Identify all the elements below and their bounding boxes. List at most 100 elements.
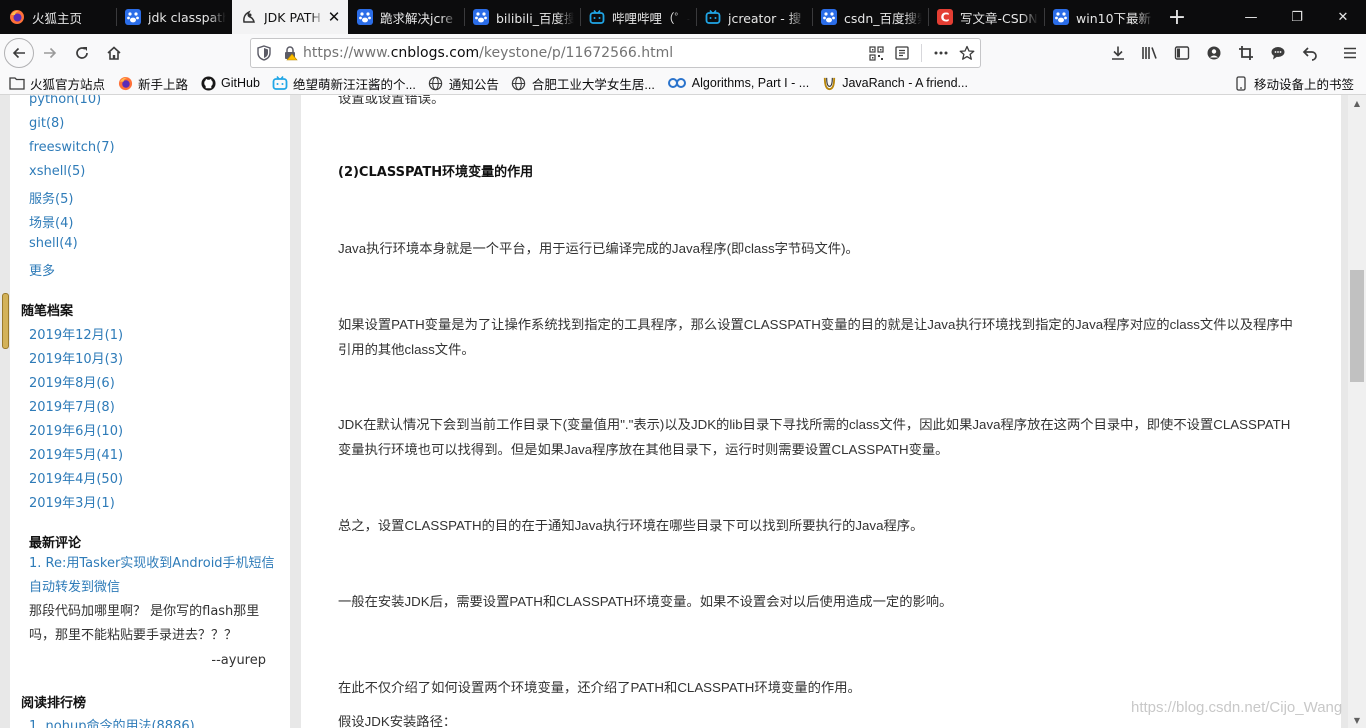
minimize-button[interactable]: —	[1228, 0, 1274, 34]
bookmark-item[interactable]: Algorithms, Part I - ...	[667, 75, 809, 91]
close-window-button[interactable]: ✕	[1320, 0, 1366, 34]
sidebar-scroll-handle[interactable]	[2, 293, 9, 349]
forward-button[interactable]	[34, 37, 66, 69]
tab-jdk-path[interactable]: JDK PATH ✕	[232, 0, 348, 34]
archive-link[interactable]: 2019年6月(10)	[29, 420, 123, 439]
tab-label: win10下最新	[1076, 10, 1152, 26]
ranking-link[interactable]: 1. nohup命令的用法(8886)	[29, 715, 195, 728]
screenshot-crop-icon[interactable]	[1230, 37, 1262, 69]
scrollbar-thumb[interactable]	[1350, 270, 1364, 382]
reload-button[interactable]	[66, 37, 98, 69]
archive-heading: 随笔档案	[21, 304, 74, 319]
tab-csdn-baidu[interactable]: csdn_百度搜索	[812, 0, 928, 34]
web-page: python(10) git(8) freeswitch(7) xshell(5…	[0, 95, 1366, 728]
url-text[interactable]: https://www.cnblogs.com/keystone/p/11672…	[303, 45, 863, 61]
home-button[interactable]	[98, 37, 130, 69]
archive-link[interactable]: 2019年3月(1)	[29, 492, 115, 511]
scroll-up-arrow-icon[interactable]: ▲	[1348, 95, 1366, 111]
close-tab-icon[interactable]: ✕	[326, 8, 342, 26]
tab-jdk-classpath[interactable]: jdk classpath	[116, 0, 232, 34]
tag-link-xshell[interactable]: xshell(5)	[29, 164, 85, 179]
archive-link[interactable]: 2019年5月(41)	[29, 444, 123, 463]
tab-jcreator-search[interactable]: jcreator - 搜	[696, 0, 812, 34]
tab-label: bilibili_百度搜	[496, 10, 574, 26]
bookmark-label: 绝望萌新汪汪酱的个...	[292, 77, 416, 92]
bilibili-icon	[705, 9, 721, 25]
maximize-button[interactable]: ❐	[1274, 0, 1320, 34]
tag-name: python	[29, 95, 75, 107]
bookmark-item[interactable]: 新手上路	[117, 74, 188, 93]
tag-link-shell[interactable]: shell(4)	[29, 236, 78, 251]
tag-link-freeswitch[interactable]: freeswitch(7)	[29, 140, 115, 155]
tab-label: jdk classpath	[148, 9, 226, 25]
back-button[interactable]	[4, 38, 34, 68]
bookmark-item[interactable]: GitHub	[200, 75, 260, 91]
address-bar[interactable]: https://www.cnblogs.com/keystone/p/11672…	[250, 38, 981, 68]
cnblogs-icon	[241, 9, 257, 25]
bookmark-item[interactable]: 绝望萌新汪汪酱的个...	[272, 74, 416, 93]
firefox-icon	[117, 75, 133, 91]
page-scrollbar[interactable]: ▲ ▼	[1348, 95, 1366, 728]
comment-link[interactable]: 1. Re:用Tasker实现收到Android手机短信自动转发到微信	[29, 552, 279, 600]
comment-author: --ayurep	[211, 653, 266, 668]
tracking-shield-icon[interactable]	[251, 39, 277, 67]
home-icon	[107, 46, 121, 60]
tab-bilibili[interactable]: 哔哩哔哩（゜-	[580, 0, 696, 34]
archive-link[interactable]: 2019年8月(6)	[29, 372, 115, 391]
bookmark-item[interactable]: 火狐官方站点	[9, 74, 105, 93]
archive-link[interactable]: 2019年7月(8)	[29, 396, 115, 415]
tab-firefox-home[interactable]: 火狐主页	[0, 0, 116, 34]
hamburger-menu-icon[interactable]	[1334, 37, 1366, 69]
archive-link[interactable]: 2019年12月(1)	[29, 324, 123, 343]
csdn-watermark: https://blog.csdn.net/Cijo_Wang	[1131, 699, 1343, 716]
page-actions-icon[interactable]	[928, 39, 954, 67]
undo-arrow-icon[interactable]	[1294, 37, 1326, 69]
tab-bilibili-baidu[interactable]: bilibili_百度搜	[464, 0, 580, 34]
tag-name: shell	[29, 236, 60, 251]
tag-link-python[interactable]: python(10)	[29, 95, 101, 107]
tag-count: (5)	[66, 164, 86, 179]
reader-view-icon[interactable]	[889, 39, 915, 67]
coursera-icon	[667, 75, 687, 91]
tab-label: 写文章-CSDN	[960, 10, 1038, 26]
bookmark-label: 通知公告	[448, 77, 499, 92]
new-tab-button[interactable]: +	[1160, 0, 1194, 34]
tag-name: xshell	[29, 164, 67, 179]
bookmark-item[interactable]: 通知公告	[428, 74, 499, 93]
svg-text:C: C	[941, 11, 950, 25]
tab-strip: 火狐主页 jdk classpath JDK PATH ✕ 跪求解决jcre b…	[0, 0, 1366, 34]
globe-icon	[428, 75, 444, 91]
bookmark-item[interactable]: 合肥工业大学女生居...	[511, 74, 655, 93]
bookmark-label: JavaRanch - A friend...	[842, 76, 968, 90]
url-path: /keystone/p/11672566.html	[479, 45, 674, 61]
tab-jcreator-question[interactable]: 跪求解决jcre	[348, 0, 464, 34]
baidu-paw-icon	[1053, 9, 1069, 25]
tag-link-service[interactable]: 服务(5)	[29, 188, 73, 207]
tab-csdn-write[interactable]: C 写文章-CSDN	[928, 0, 1044, 34]
tab-label: 哔哩哔哩（゜-	[612, 10, 690, 26]
reload-icon	[76, 47, 88, 59]
arrow-right-icon	[44, 47, 57, 59]
library-icon[interactable]	[1134, 37, 1166, 69]
blog-sidebar: python(10) git(8) freeswitch(7) xshell(5…	[10, 95, 290, 728]
bilibili-icon	[272, 75, 288, 91]
scroll-down-arrow-icon[interactable]: ▼	[1348, 712, 1366, 728]
mobile-bookmarks[interactable]: 移动设备上的书签	[1233, 74, 1354, 93]
chat-bubble-icon[interactable]	[1262, 37, 1294, 69]
tag-link-scene[interactable]: 场景(4)	[29, 212, 73, 231]
download-icon[interactable]	[1102, 37, 1134, 69]
tag-link-git[interactable]: git(8)	[29, 116, 64, 131]
tab-win10[interactable]: win10下最新	[1044, 0, 1160, 34]
article-paragraph: 如果设置PATH变量是为了让操作系统找到指定的工具程序，那么设置CLASSPAT…	[338, 317, 1293, 357]
more-tags-link[interactable]: 更多	[29, 260, 55, 279]
tag-count: (4)	[55, 216, 74, 231]
archive-link[interactable]: 2019年4月(50)	[29, 468, 123, 487]
sidebar-toggle-icon[interactable]	[1166, 37, 1198, 69]
qr-code-icon[interactable]	[863, 39, 889, 67]
tag-count: (7)	[96, 140, 115, 155]
archive-link[interactable]: 2019年10月(3)	[29, 348, 123, 367]
bookmark-item[interactable]: JavaRanch - A friend...	[821, 75, 968, 91]
account-icon[interactable]	[1198, 37, 1230, 69]
bookmark-star-icon[interactable]	[954, 39, 980, 67]
lock-warning-icon[interactable]	[277, 39, 303, 67]
